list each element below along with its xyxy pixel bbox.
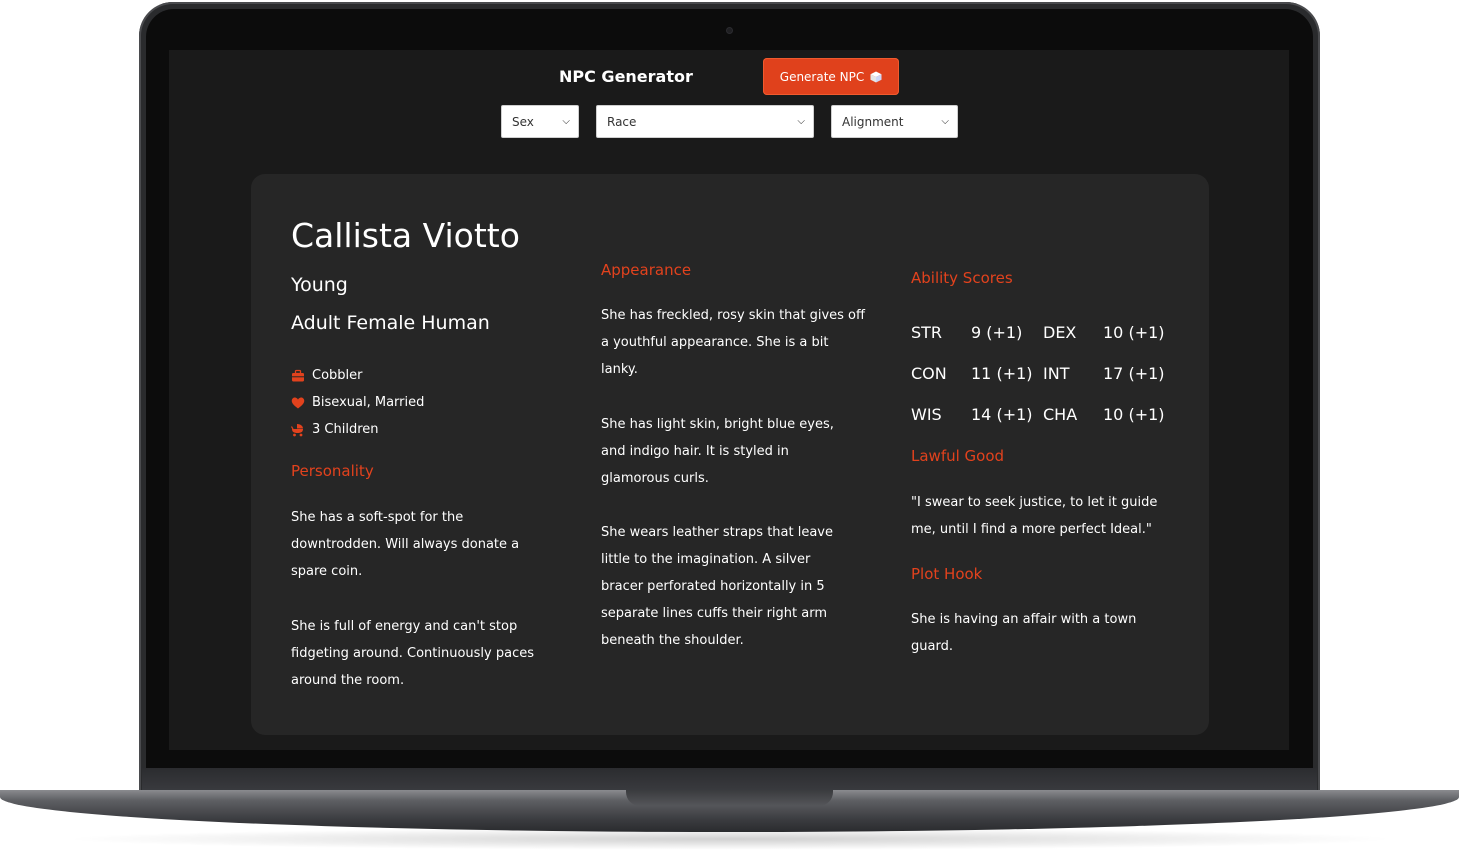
app-screen: NPC Generator Generate NPC Sex ⌵ Race ⌵ …	[169, 50, 1289, 750]
alignment-quote: "I swear to seek justice, to let it guid…	[911, 495, 1158, 537]
app-title: NPC Generator	[559, 67, 693, 86]
npc-age: Young	[291, 274, 348, 296]
alignment-select-value: Alignment	[842, 114, 904, 129]
stat-row: CON 11 (+1) INT 17 (+1)	[911, 353, 1175, 394]
stat-value: 10 (+1)	[1103, 323, 1165, 342]
alignment-heading: Lawful Good	[911, 447, 1005, 465]
stat-label: WIS	[911, 405, 942, 424]
personality-paragraph: She has a soft-spot for the downtrodden.…	[291, 510, 520, 579]
sex-select[interactable]: Sex ⌵	[501, 105, 579, 138]
ability-scores-table: STR 9 (+1) DEX 10 (+1) CON 11 (+1) INT 1…	[911, 312, 1175, 435]
laptop-notch	[626, 790, 833, 806]
heart-icon	[291, 397, 305, 408]
briefcase-icon	[292, 369, 304, 381]
baby-carriage-icon	[291, 423, 303, 436]
stat-row: WIS 14 (+1) CHA 10 (+1)	[911, 394, 1175, 435]
race-select-value: Race	[607, 114, 637, 129]
stat-label: CHA	[1043, 405, 1078, 424]
stat-value: 11 (+1)	[971, 364, 1033, 383]
appearance-paragraph: She wears leather straps that leave litt…	[601, 525, 833, 648]
relationship-text: Bisexual, Married	[312, 395, 425, 410]
plot-hook-text: She is having an affair with a town guar…	[911, 612, 1137, 654]
personality-heading: Personality	[291, 462, 374, 480]
chevron-down-icon: ⌵	[941, 116, 949, 127]
appearance-paragraph: She has freckled, rosy skin that gives o…	[601, 308, 865, 377]
alignment-select[interactable]: Alignment ⌵	[831, 105, 958, 138]
npc-name: Callista Viotto	[291, 216, 520, 255]
generate-npc-label: Generate NPC	[779, 69, 865, 84]
sex-select-value: Sex	[512, 114, 534, 129]
stat-label: STR	[911, 323, 943, 342]
race-select[interactable]: Race ⌵	[596, 105, 814, 138]
laptop-chin	[142, 768, 1317, 792]
stat-label: CON	[911, 364, 947, 383]
plot-hook-heading: Plot Hook	[911, 565, 983, 583]
chevron-down-icon: ⌵	[562, 116, 570, 127]
ability-scores-heading: Ability Scores	[911, 269, 1013, 287]
camera-icon	[726, 27, 733, 34]
children-fact: 3 Children	[291, 416, 424, 443]
relationship-fact: Bisexual, Married	[291, 389, 424, 416]
generate-npc-button[interactable]: Generate NPC	[763, 58, 899, 95]
appearance-heading: Appearance	[601, 261, 692, 279]
stat-label: INT	[1043, 364, 1070, 383]
occupation-fact: Cobbler	[291, 362, 424, 389]
stat-row: STR 9 (+1) DEX 10 (+1)	[911, 312, 1175, 353]
stat-value: 9 (+1)	[971, 323, 1023, 342]
npc-facts: Cobbler Bisexual, Married 3 Children	[291, 362, 424, 443]
npc-card: Callista Viotto Young Adult Female Human…	[251, 174, 1209, 735]
appearance-paragraph: She has light skin, bright blue eyes, an…	[601, 417, 834, 486]
npc-description: Adult Female Human	[291, 312, 490, 334]
stat-value: 17 (+1)	[1103, 364, 1165, 383]
dice-icon	[870, 71, 882, 82]
personality-paragraph: She is full of energy and can't stop fid…	[291, 619, 534, 688]
chevron-down-icon: ⌵	[797, 116, 805, 127]
occupation-text: Cobbler	[312, 368, 363, 383]
stat-value: 14 (+1)	[971, 405, 1033, 424]
stat-value: 10 (+1)	[1103, 405, 1165, 424]
stat-label: DEX	[1043, 323, 1077, 342]
children-text: 3 Children	[312, 422, 379, 437]
